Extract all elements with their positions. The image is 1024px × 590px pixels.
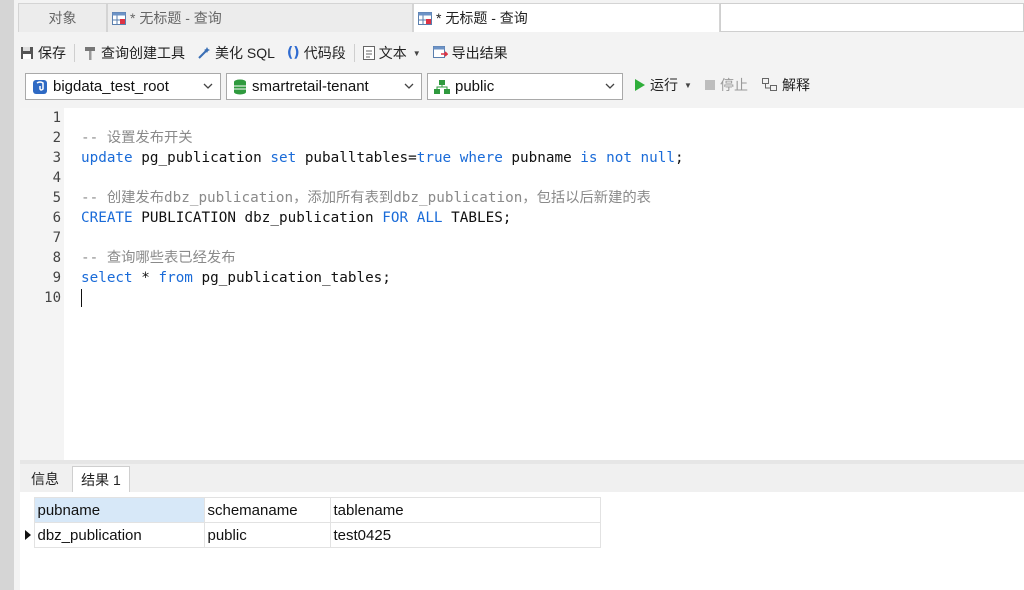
explain-icon — [762, 78, 777, 91]
magic-wand-icon — [198, 47, 210, 59]
query-table-icon — [112, 11, 126, 25]
line-number: 1 — [52, 110, 61, 126]
connection-bar: bigdata_test_root smartretail-tenant pub… — [14, 73, 1024, 101]
chevron-down-icon: ▼ — [684, 80, 692, 90]
line-number: 6 — [52, 210, 61, 226]
save-button[interactable]: 保存 — [14, 41, 72, 65]
sql-text: pg_publication_tables; — [192, 270, 391, 286]
stop-icon — [705, 80, 715, 90]
query-table-icon — [418, 11, 432, 25]
tab-result-1[interactable]: 结果 1 — [72, 466, 130, 492]
database-select[interactable]: smartretail-tenant — [226, 73, 422, 100]
chevron-down-icon — [404, 83, 414, 89]
schema-select[interactable]: public — [427, 73, 623, 100]
grid-cell[interactable]: test0425 — [329, 522, 601, 548]
sql-text: TABLES; — [442, 210, 512, 226]
grid-cell[interactable]: public — [203, 522, 331, 548]
line-number: 3 — [52, 150, 61, 166]
row-header-corner — [20, 498, 34, 523]
sql-text: puballtables= — [296, 150, 417, 166]
sql-text: ; — [674, 150, 684, 166]
tab-info[interactable]: 信息 — [22, 466, 68, 492]
left-panel-edge — [0, 0, 14, 590]
sql-keyword: FOR ALL — [382, 210, 443, 226]
connection-select[interactable]: bigdata_test_root — [25, 73, 221, 100]
tab-query-2-label: * 无标题 - 查询 — [436, 10, 528, 26]
code-snippet-button[interactable]: () 代码段 — [281, 41, 352, 65]
code-comment: -- 查询哪些表已经发布 — [81, 250, 236, 266]
code-line-update: update pg_publication set puballtables=t… — [81, 148, 684, 168]
save-icon — [21, 47, 33, 59]
code-line-create: CREATE PUBLICATION dbz_publication FOR A… — [81, 208, 511, 228]
toolbar-divider — [74, 44, 75, 62]
text-mode-dropdown[interactable]: 文本 ▼ — [357, 41, 427, 65]
chevron-down-icon — [203, 83, 213, 89]
query-builder-button[interactable]: 查询创建工具 — [77, 41, 191, 65]
column-header-pubname[interactable]: pubname — [33, 497, 205, 523]
row-pointer-icon — [25, 530, 31, 540]
sql-keyword: select — [81, 270, 133, 286]
code-comment: -- 设置发布开关 — [81, 130, 193, 146]
editor-toolbar: 保存 查询创建工具 美化 SQL () 代码段 文本 ▼ 导出结果 — [14, 40, 1024, 66]
database-icon — [234, 79, 246, 94]
column-header-tablename[interactable]: tablename — [329, 497, 601, 523]
code-comment: -- 创建发布dbz_publication，添加所有表到dbz_publica… — [81, 190, 651, 206]
tab-query-1[interactable]: * 无标题 - 查询 — [107, 3, 413, 32]
sql-text: pg_publication — [132, 150, 271, 166]
stop-button[interactable]: 停止 — [704, 75, 748, 95]
tab-query-2[interactable]: * 无标题 - 查询 — [413, 3, 720, 32]
schema-icon — [434, 79, 450, 94]
parentheses-icon: () — [286, 45, 300, 61]
sql-keyword: CREATE — [81, 210, 133, 226]
hammer-icon — [85, 47, 95, 60]
tab-objects[interactable]: 对象 — [18, 3, 107, 32]
sql-keyword: set — [270, 150, 297, 166]
postgresql-icon — [33, 79, 47, 94]
grid-cell[interactable]: dbz_publication — [33, 522, 205, 548]
beautify-sql-button[interactable]: 美化 SQL — [191, 41, 281, 65]
chevron-down-icon: ▼ — [412, 48, 421, 58]
sql-keyword: update — [81, 150, 133, 166]
sql-text: PUBLICATION dbz_publication — [132, 210, 383, 226]
sql-keyword: where — [459, 150, 503, 166]
run-button[interactable]: 运行 ▼ — [634, 75, 692, 95]
sql-editor[interactable]: 1 2 3 4 5 6 7 8 9 10 -- 设置发布开关 update pg… — [20, 108, 1024, 460]
result-grid-area: pubname schemaname tablename dbz_publica… — [20, 492, 1024, 590]
export-table-icon — [432, 46, 448, 58]
tab-query-1-label: * 无标题 - 查询 — [130, 10, 222, 26]
export-results-button[interactable]: 导出结果 — [427, 41, 514, 65]
line-number: 4 — [52, 170, 61, 186]
line-number: 5 — [52, 190, 61, 206]
line-number: 10 — [44, 290, 61, 306]
line-number: 7 — [52, 230, 61, 246]
current-row-indicator — [20, 523, 34, 548]
sql-keyword: is not null — [580, 150, 675, 166]
sql-text: * — [132, 270, 159, 286]
sql-keyword: true — [416, 150, 452, 166]
result-tabs: 信息 结果 1 — [20, 464, 1024, 493]
sql-keyword: from — [158, 270, 193, 286]
chevron-down-icon — [605, 83, 615, 89]
code-line-select: select * from pg_publication_tables; — [81, 268, 391, 288]
tab-bar: 对象 * 无标题 - 查询 * 无标题 - 查询 — [14, 0, 1024, 36]
line-number: 8 — [52, 250, 61, 266]
line-number: 2 — [52, 130, 61, 146]
explain-button[interactable]: 解释 — [762, 75, 810, 95]
text-cursor — [81, 289, 82, 307]
document-icon — [362, 46, 375, 60]
result-grid: pubname schemaname tablename dbz_publica… — [20, 497, 601, 548]
column-header-schemaname[interactable]: schemaname — [203, 497, 331, 523]
toolbar-divider — [353, 44, 355, 62]
grid-header-row: pubname schemaname tablename — [20, 497, 601, 523]
tab-search-box[interactable] — [720, 3, 1024, 32]
sql-text: pubname — [502, 150, 581, 166]
table-row[interactable]: dbz_publication public test0425 — [20, 522, 601, 548]
play-icon — [635, 79, 645, 91]
line-number: 9 — [52, 270, 61, 286]
